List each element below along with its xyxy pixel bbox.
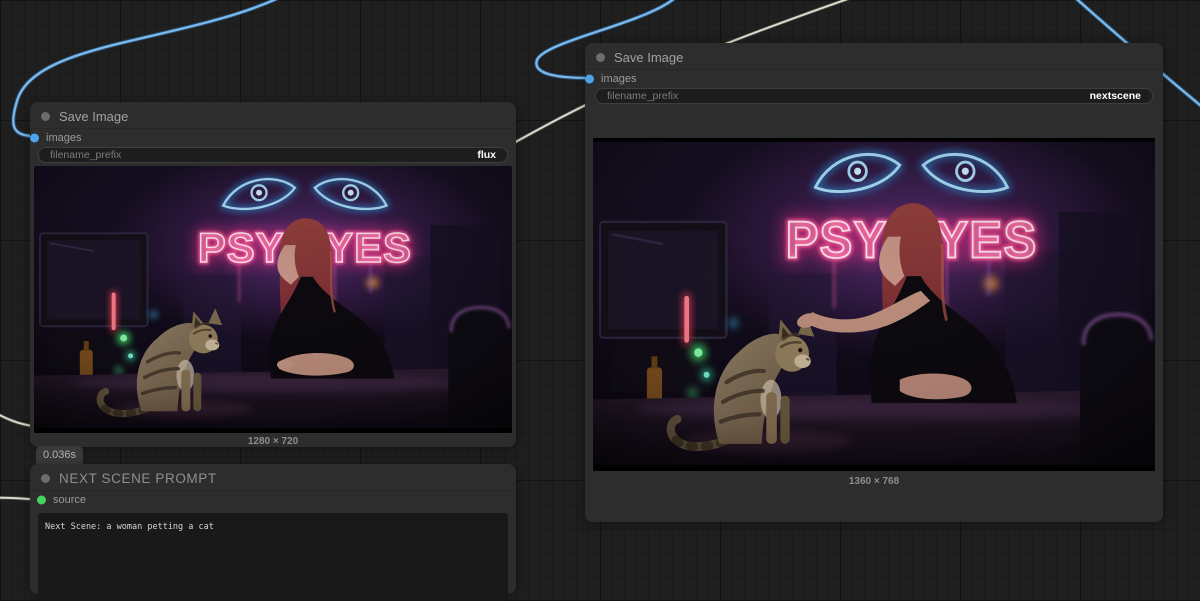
node-next-scene-prompt[interactable]: NEXT SCENE PROMPT source Next Scene: a w…	[30, 464, 516, 601]
image-dimensions: 1360 × 768	[848, 476, 900, 487]
source-output-port[interactable]	[37, 495, 46, 505]
node-header[interactable]: Save Image	[30, 102, 516, 129]
execution-time-badge: 0.036s	[36, 446, 84, 464]
node-save-image-right[interactable]: Save Image images filename_prefix nextsc…	[585, 43, 1163, 522]
images-input-row: images	[30, 129, 516, 147]
images-input-port[interactable]	[585, 74, 594, 84]
image-dimensions: 1280 × 720	[247, 436, 299, 447]
generated-scene: PSY EYES PSY EYES PSY EYES	[593, 138, 1155, 471]
widget-value: flux	[477, 149, 496, 161]
node-header[interactable]: NEXT SCENE PROMPT	[30, 464, 516, 491]
node-title: NEXT SCENE PROMPT	[59, 470, 217, 486]
node-title: Save Image	[59, 108, 129, 124]
image-preview[interactable]: PSY EYES PSY EYES PSY EYES	[593, 138, 1155, 471]
filename-prefix-widget[interactable]: filename_prefix nextscene	[595, 88, 1153, 104]
images-input-row: images	[585, 70, 1163, 88]
image-preview[interactable]: PSY EYES PSY EYES PSY EYES	[34, 166, 512, 433]
widget-name: filename_prefix	[607, 90, 679, 102]
source-output-row: source	[30, 491, 516, 509]
widget-value: nextscene	[1089, 90, 1141, 102]
node-title: Save Image	[614, 49, 684, 65]
node-status-dot	[596, 52, 605, 62]
node-status-dot	[41, 473, 50, 483]
node-header[interactable]: Save Image	[585, 43, 1163, 70]
images-input-port[interactable]	[30, 133, 39, 143]
widget-name: filename_prefix	[50, 149, 122, 161]
images-input-label: images	[46, 132, 82, 144]
node-save-image-left[interactable]: Save Image images filename_prefix flux P…	[30, 102, 516, 447]
prompt-text-area[interactable]: Next Scene: a woman petting a cat	[38, 513, 508, 601]
filename-prefix-widget[interactable]: filename_prefix flux	[38, 147, 508, 163]
generated-scene: PSY EYES PSY EYES PSY EYES	[34, 166, 512, 433]
source-output-label: source	[53, 494, 87, 506]
images-input-label: images	[601, 73, 637, 85]
node-status-dot	[41, 111, 50, 121]
